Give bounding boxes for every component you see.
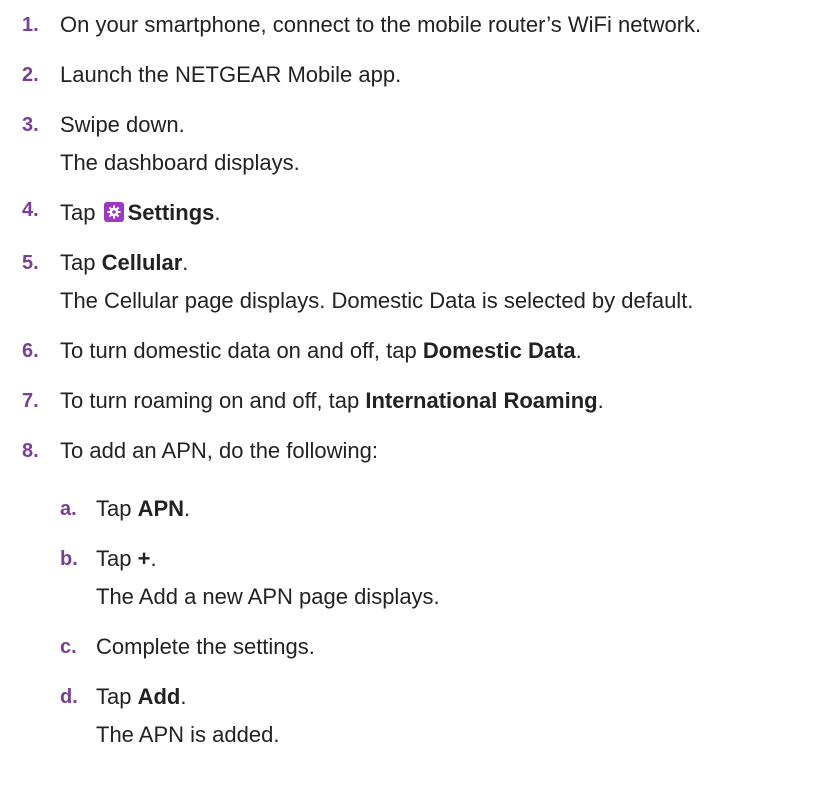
step-text-bold: Cellular xyxy=(101,250,183,275)
step-text: To turn roaming on and off, tap Internat… xyxy=(60,388,604,414)
substep-text-post: . xyxy=(184,496,191,521)
substep-letter: c. xyxy=(60,636,77,658)
substep-text: Complete the settings. xyxy=(96,634,315,659)
step-number: 3. xyxy=(22,114,39,136)
step-text-bold: International Roaming xyxy=(365,388,598,413)
step-number: 4. xyxy=(22,199,39,221)
substep-text-bold: APN xyxy=(137,496,185,521)
substep-letter: a. xyxy=(60,498,77,520)
substep-text-pre: Tap xyxy=(96,546,138,571)
step-text-pre: To turn roaming on and off, tap xyxy=(60,388,366,413)
step-text: To add an APN, do the following: xyxy=(60,438,378,463)
step-text-post: . xyxy=(597,388,604,413)
step-text-post: . xyxy=(214,200,221,225)
settings-gear-icon xyxy=(103,202,124,222)
step-number: 8. xyxy=(22,440,39,462)
step-text-pre: Tap xyxy=(60,200,102,225)
step-text: Tap Settings. xyxy=(60,200,221,226)
substep-text: Tap APN. xyxy=(96,496,190,522)
step-text: Swipe down. xyxy=(60,112,185,137)
step-number: 1. xyxy=(22,14,39,36)
step-text-pre: Tap xyxy=(60,250,102,275)
instructions-document: 1. On your smartphone, connect to the mo… xyxy=(0,0,835,790)
step-text: Tap Cellular. xyxy=(60,250,188,276)
step-text-bold: Settings xyxy=(127,200,215,225)
substep-text-post: . xyxy=(150,546,157,571)
substep-text: Tap +. xyxy=(96,546,157,572)
substep-text-post: . xyxy=(180,684,187,709)
step-result: The dashboard displays. xyxy=(60,150,300,175)
step-number: 5. xyxy=(22,252,39,274)
step-text: To turn domestic data on and off, tap Do… xyxy=(60,338,582,364)
substep-text-pre: Tap xyxy=(96,496,138,521)
substep-result: The Add a new APN page displays. xyxy=(96,584,440,609)
step-text-post: . xyxy=(575,338,582,363)
step-result: The Cellular page displays. Domestic Dat… xyxy=(60,288,694,313)
substep-text-bold: + xyxy=(137,546,151,571)
substep-result: The APN is added. xyxy=(96,722,280,747)
substep-text-pre: Tap xyxy=(96,684,138,709)
step-number: 7. xyxy=(22,390,39,412)
step-number: 6. xyxy=(22,340,39,362)
substep-letter: d. xyxy=(60,686,78,708)
step-text: On your smartphone, connect to the mobil… xyxy=(60,12,702,37)
step-text-pre: To turn domestic data on and off, tap xyxy=(60,338,423,363)
substep-text: Tap Add. xyxy=(96,684,186,710)
step-text-post: . xyxy=(182,250,189,275)
step-text: Launch the NETGEAR Mobile app. xyxy=(60,62,402,87)
step-number: 2. xyxy=(22,64,39,86)
substep-text-bold: Add xyxy=(137,684,181,709)
step-text-bold: Domestic Data xyxy=(422,338,576,363)
substep-letter: b. xyxy=(60,548,78,570)
